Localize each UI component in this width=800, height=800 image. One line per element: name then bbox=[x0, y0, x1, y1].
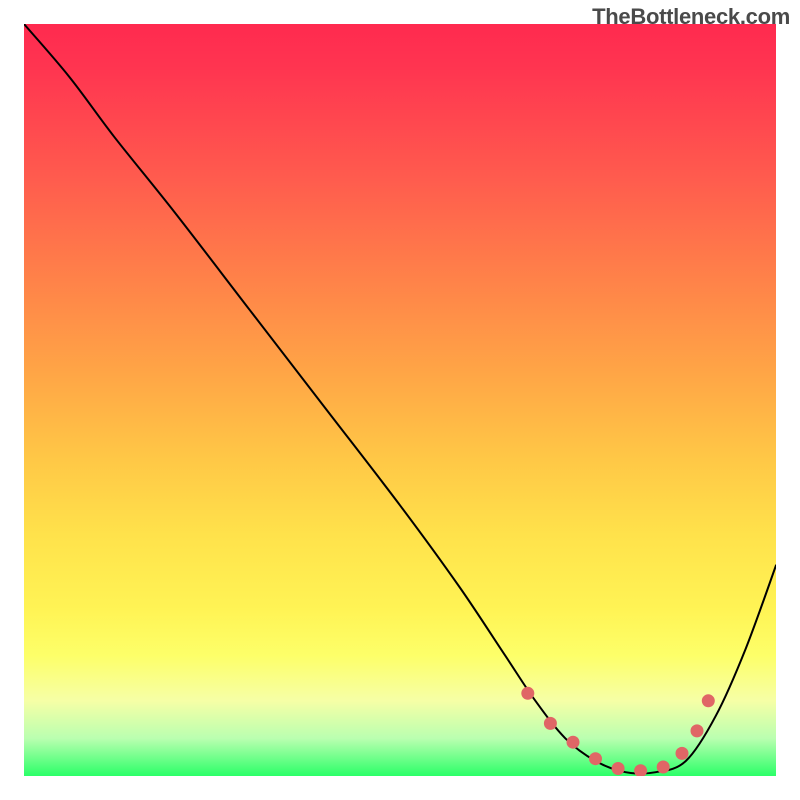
plot-area bbox=[24, 24, 776, 776]
optimal-zone-dots bbox=[521, 687, 715, 776]
optimal-dot bbox=[544, 717, 557, 730]
optimal-dot bbox=[612, 762, 625, 775]
optimal-dot bbox=[521, 687, 534, 700]
optimal-dot bbox=[567, 736, 580, 749]
optimal-dot bbox=[657, 761, 670, 774]
bottleneck-curve bbox=[24, 24, 776, 774]
chart-container: TheBottleneck.com bbox=[0, 0, 800, 800]
optimal-dot bbox=[691, 724, 704, 737]
optimal-dot bbox=[634, 764, 647, 776]
optimal-dot bbox=[702, 694, 715, 707]
curve-layer bbox=[24, 24, 776, 776]
optimal-dot bbox=[589, 752, 602, 765]
optimal-dot bbox=[676, 747, 689, 760]
